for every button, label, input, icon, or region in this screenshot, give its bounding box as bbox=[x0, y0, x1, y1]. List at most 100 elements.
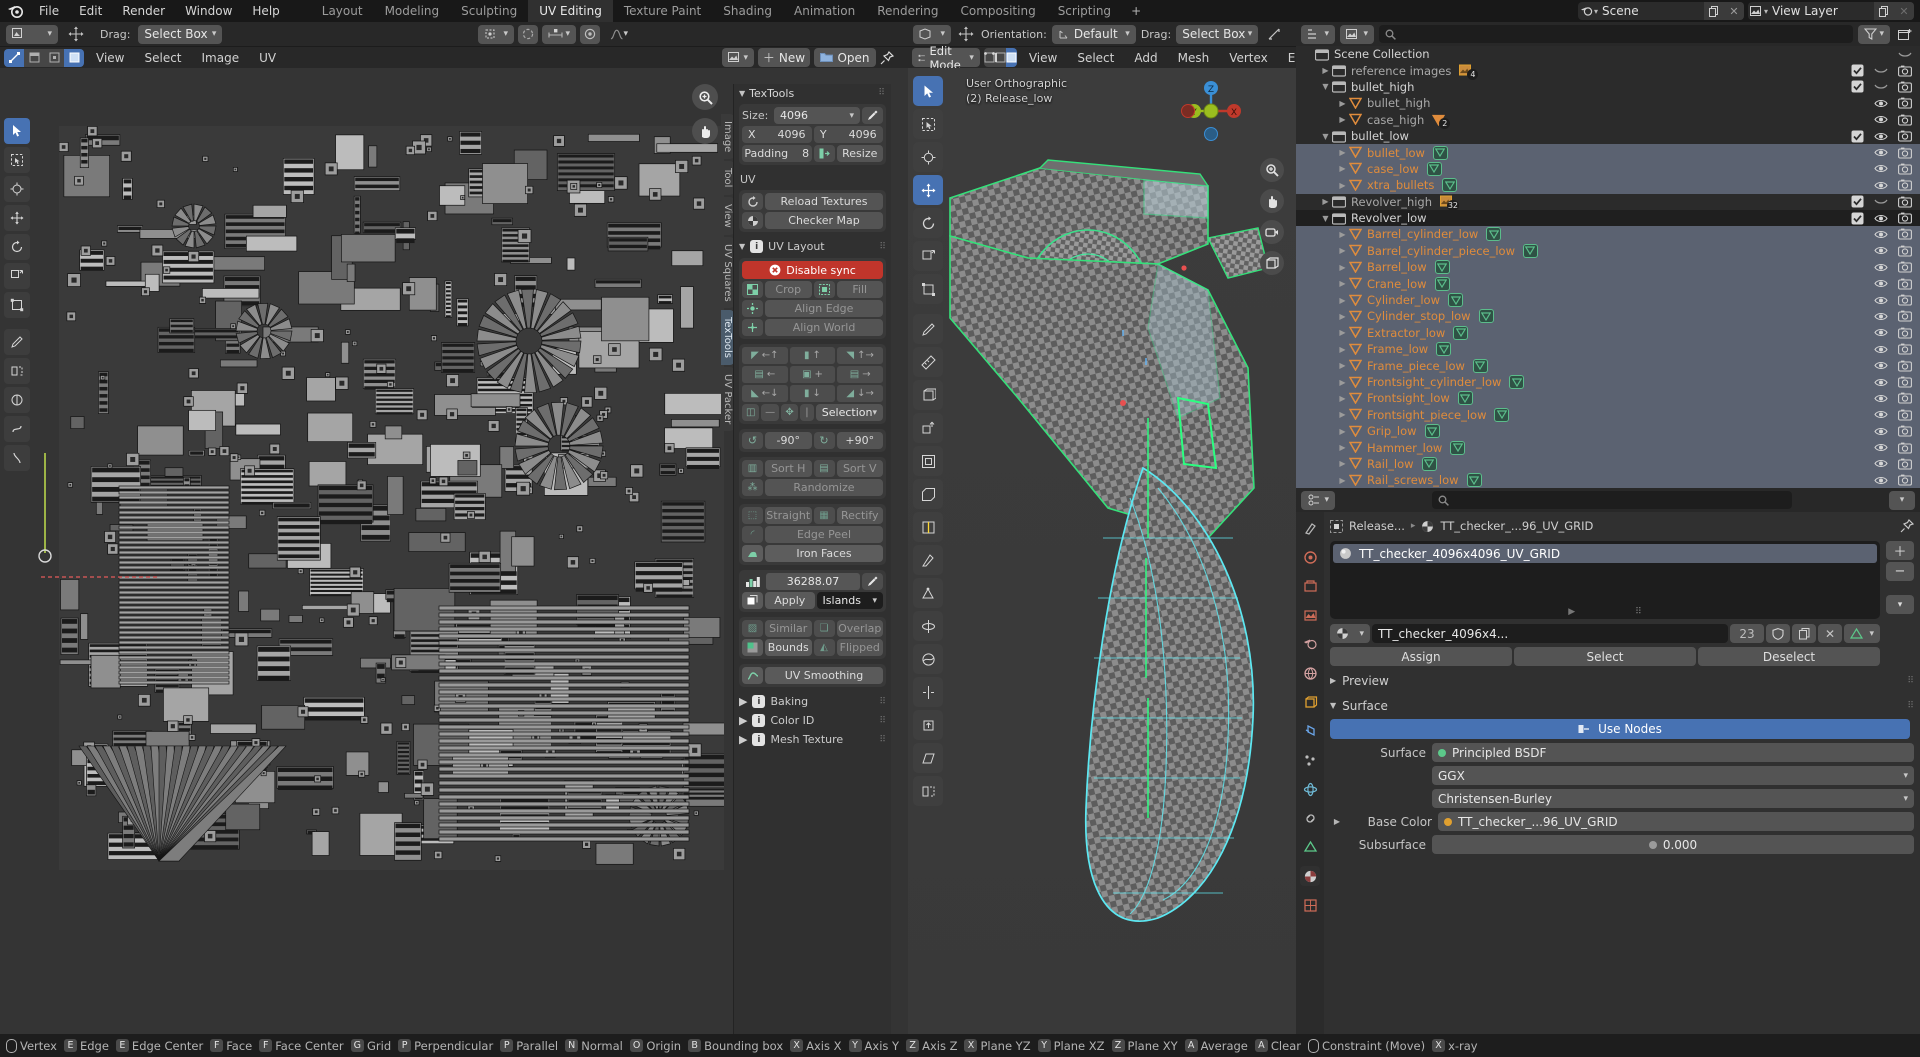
outliner-new-collection-icon[interactable] bbox=[1895, 28, 1915, 41]
outliner-row[interactable]: ▼bullet_low bbox=[1296, 128, 1920, 144]
preview-expand-icon[interactable]: ▶ bbox=[1330, 676, 1336, 685]
outliner-disclosure-icon[interactable]: ▶ bbox=[1319, 66, 1332, 75]
workspace-tab-add[interactable]: + bbox=[1122, 0, 1150, 22]
viewport-pan-hand-icon[interactable] bbox=[1260, 189, 1284, 213]
outliner-disclosure-icon[interactable]: ▼ bbox=[1319, 132, 1332, 141]
viewport-canvas[interactable]: User Orthographic (2) Release_low bbox=[908, 68, 1296, 1034]
rotate-minus-90-button[interactable]: -90° bbox=[765, 432, 812, 449]
randomize-button[interactable]: Randomize bbox=[765, 479, 883, 496]
reload-icon[interactable] bbox=[742, 193, 763, 210]
disable-in-renders-icon[interactable] bbox=[1898, 473, 1912, 487]
uv-tool-rip-region[interactable] bbox=[4, 358, 30, 384]
outliner-row[interactable]: ▶Frame_low bbox=[1296, 341, 1920, 357]
viewport-snap-toggle-icon[interactable] bbox=[1267, 27, 1281, 41]
tab-modifiers[interactable] bbox=[1300, 721, 1320, 741]
hide-in-viewport-icon[interactable] bbox=[1874, 146, 1888, 160]
outliner-disclosure-icon[interactable]: ▶ bbox=[1336, 394, 1349, 403]
breadcrumb-object-name[interactable]: Release... bbox=[1349, 519, 1405, 533]
hide-in-viewport-icon[interactable] bbox=[1874, 342, 1888, 356]
hide-in-viewport-icon[interactable] bbox=[1874, 473, 1888, 487]
color-id-expand-icon[interactable]: ▶ bbox=[739, 714, 747, 727]
disable-in-renders-icon[interactable] bbox=[1898, 146, 1912, 160]
uv-menu-select[interactable]: Select bbox=[136, 47, 189, 69]
edge-peel-icon[interactable]: ◜ bbox=[742, 526, 763, 543]
hide-in-viewport-icon[interactable] bbox=[1874, 309, 1888, 323]
viewport-axis-gizmo[interactable]: Z X Y bbox=[1178, 78, 1244, 144]
disable-in-renders-icon[interactable] bbox=[1898, 277, 1912, 291]
menu-help[interactable]: Help bbox=[243, 1, 288, 21]
workspace-tab-shading[interactable]: Shading bbox=[712, 0, 783, 22]
align-bottom-center-button[interactable]: ▮↓ bbox=[790, 385, 836, 402]
textools-panel-header[interactable]: ▼ TexTools ⠿ bbox=[734, 84, 891, 102]
textools-resize-button[interactable]: Resize bbox=[837, 145, 884, 162]
texel-density-value[interactable]: 36288.07 bbox=[766, 573, 860, 590]
overlap-button[interactable]: Overlap bbox=[837, 620, 884, 637]
outliner-disclosure-icon[interactable]: ▶ bbox=[1336, 181, 1349, 190]
new-view-layer-button[interactable] bbox=[1874, 2, 1894, 20]
hide-in-viewport-icon[interactable] bbox=[1874, 457, 1888, 471]
hide-in-viewport-icon[interactable] bbox=[1874, 178, 1888, 192]
textools-size-dropdown[interactable]: 4096 ▾ bbox=[774, 107, 860, 124]
uv-select-edge-icon[interactable] bbox=[24, 49, 44, 67]
edge-peel-button[interactable]: Edge Peel bbox=[765, 526, 883, 543]
disable-in-renders-icon[interactable] bbox=[1898, 342, 1912, 356]
workspace-tab-compositing[interactable]: Compositing bbox=[949, 0, 1046, 22]
disable-in-renders-icon[interactable] bbox=[1898, 64, 1912, 78]
outliner-disclosure-icon[interactable]: ▶ bbox=[1336, 328, 1349, 337]
material-slot-specials-button[interactable]: ▾ bbox=[1886, 595, 1914, 614]
uv-tool-transform[interactable] bbox=[4, 292, 30, 318]
outliner-disclosure-icon[interactable]: ▼ bbox=[1319, 82, 1332, 91]
tab-object[interactable] bbox=[1300, 692, 1320, 712]
checker-map-button[interactable]: Checker Map bbox=[765, 212, 883, 229]
fill-button[interactable]: Fill bbox=[837, 281, 884, 298]
breadcrumb-material-name[interactable]: TT_checker_...96_UV_GRID bbox=[1440, 519, 1593, 533]
outliner-row[interactable]: ▶Hammer_low bbox=[1296, 439, 1920, 455]
mesh-data-icon[interactable] bbox=[1467, 473, 1482, 487]
tab-view-layer[interactable] bbox=[1300, 605, 1320, 625]
outliner-disclosure-icon[interactable]: ▶ bbox=[1336, 459, 1349, 468]
new-scene-button[interactable] bbox=[1704, 2, 1724, 20]
viewport-zoom-icon[interactable] bbox=[1260, 158, 1284, 182]
surface-shader-dropdown[interactable]: Principled BSDF bbox=[1432, 743, 1914, 762]
outliner-row[interactable]: ▶Cylinder_low bbox=[1296, 292, 1920, 308]
exclude-collection-checkbox[interactable] bbox=[1850, 195, 1864, 209]
align-edge-button[interactable]: Align Edge bbox=[765, 300, 883, 317]
uv-tool-pinch[interactable] bbox=[4, 445, 30, 471]
apply-icon[interactable] bbox=[742, 592, 763, 609]
viewport-transform-pivot-icon[interactable] bbox=[956, 26, 976, 42]
mesh-data-icon[interactable] bbox=[1436, 342, 1451, 356]
delete-view-layer-button[interactable]: ✕ bbox=[1894, 2, 1914, 20]
outliner-row[interactable]: ▶Frontsight_cylinder_low bbox=[1296, 374, 1920, 390]
selection-dropdown[interactable]: Selection ▾ bbox=[816, 404, 883, 421]
disable-in-renders-icon[interactable] bbox=[1898, 457, 1912, 471]
outliner-disclosure-icon[interactable]: ▶ bbox=[1336, 296, 1349, 305]
outliner-row[interactable]: ▶Rail_low bbox=[1296, 456, 1920, 472]
viewport-menu-add[interactable]: Add bbox=[1126, 47, 1165, 69]
exclude-collection-checkbox[interactable] bbox=[1850, 80, 1864, 94]
properties-editor-type-dropdown[interactable]: ▾ bbox=[1301, 491, 1335, 510]
crop-icon[interactable] bbox=[742, 281, 763, 298]
straight-icon[interactable]: ⬚ bbox=[742, 507, 763, 524]
scene-selector[interactable]: ▾ Scene ✕ bbox=[1578, 2, 1744, 20]
disable-in-renders-icon[interactable] bbox=[1898, 441, 1912, 455]
menu-render[interactable]: Render bbox=[113, 1, 174, 21]
uv-tool-select-box[interactable] bbox=[4, 147, 30, 173]
checker-map-icon[interactable] bbox=[742, 212, 763, 229]
outliner-row[interactable]: ▶Barrel_low bbox=[1296, 259, 1920, 275]
divider-icon[interactable]: | bbox=[800, 404, 814, 421]
sort-v-button[interactable]: Sort V bbox=[837, 460, 884, 477]
subsurface-slider[interactable]: 0.000 bbox=[1432, 835, 1914, 854]
subsurface-method-dropdown[interactable]: Christensen-Burley ▾ bbox=[1432, 789, 1914, 808]
exclude-collection-checkbox[interactable] bbox=[1850, 64, 1864, 78]
outliner-disclosure-icon[interactable]: ▶ bbox=[1336, 312, 1349, 321]
material-slot-list[interactable]: TT_checker_4096x4096_UV_GRID ▶ ⠿ bbox=[1330, 541, 1880, 619]
outliner-row[interactable]: ▶case_low bbox=[1296, 161, 1920, 177]
rectify-icon[interactable]: ▦ bbox=[814, 507, 835, 524]
textools-collapse-icon[interactable]: ▼ bbox=[739, 89, 745, 98]
properties-options-dropdown[interactable]: ▾ bbox=[1889, 491, 1915, 510]
outliner-row[interactable]: ▶Frontsight_piece_low bbox=[1296, 407, 1920, 423]
hide-in-viewport-icon[interactable] bbox=[1874, 441, 1888, 455]
outliner-row[interactable]: ▶Rail_screws_low bbox=[1296, 472, 1920, 488]
unlink-material-icon[interactable]: ✕ bbox=[1818, 624, 1842, 643]
tab-scene[interactable] bbox=[1300, 634, 1320, 654]
